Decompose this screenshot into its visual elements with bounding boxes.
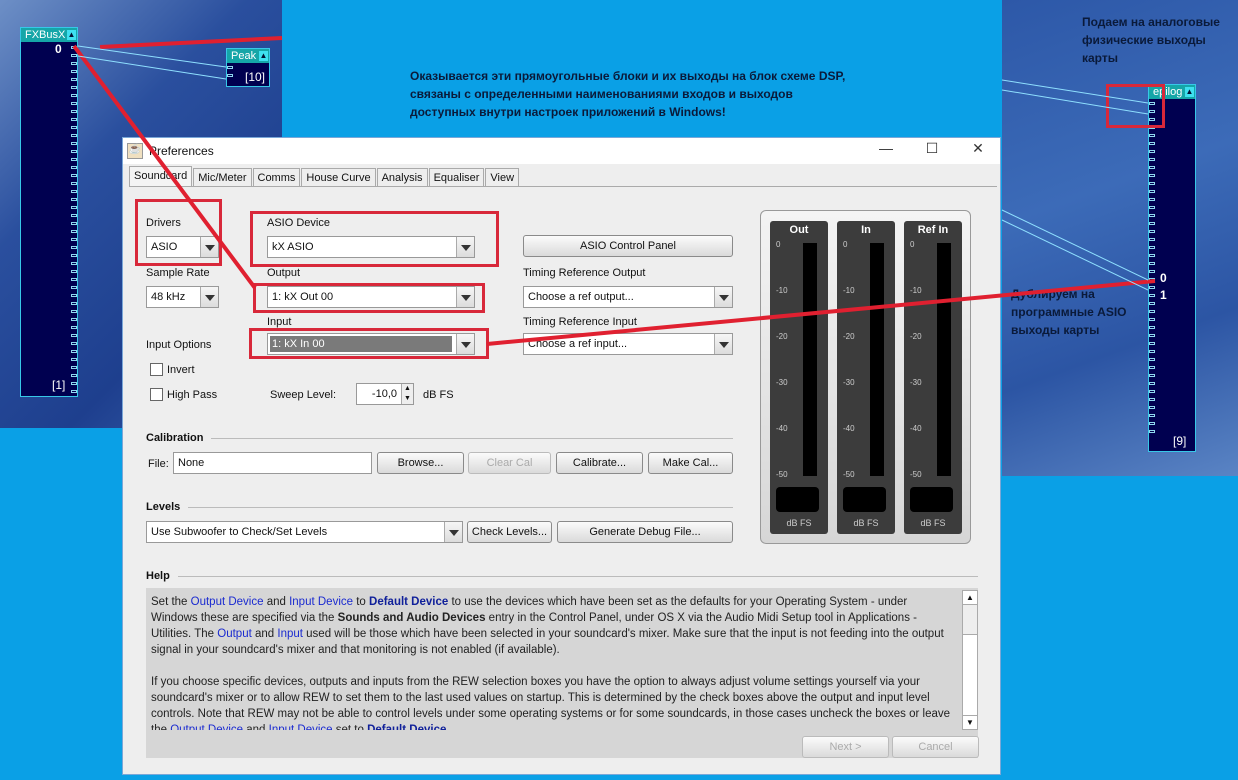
annotation-lines <box>72 36 1156 346</box>
dsp-wires <box>77 45 1149 291</box>
annotation-line <box>72 44 257 290</box>
annotation-line <box>486 279 1156 346</box>
annotation-line <box>99 36 283 49</box>
